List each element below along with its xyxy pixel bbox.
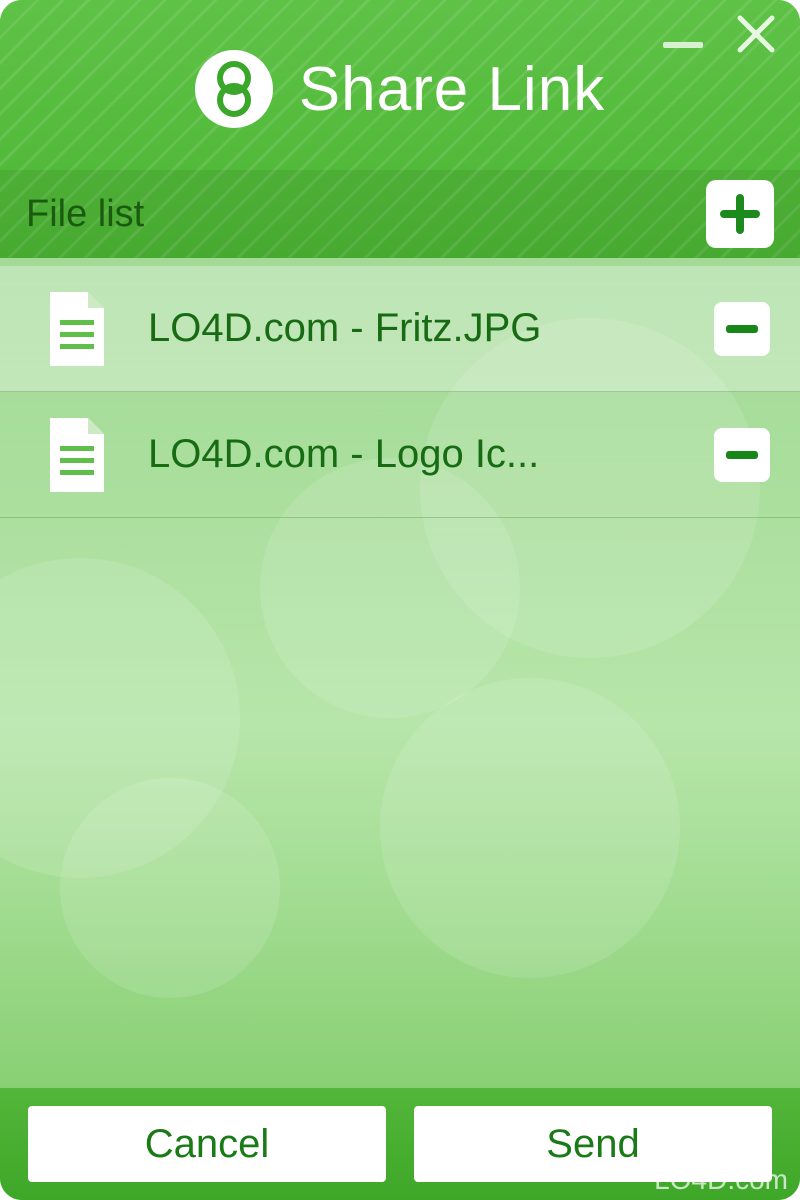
minimize-button[interactable]: [660, 14, 706, 54]
watermark: LO4D.com: [618, 1164, 788, 1196]
remove-file-button[interactable]: [714, 302, 770, 356]
plus-icon: [716, 190, 764, 238]
subheader: File list: [0, 170, 800, 258]
watermark-text: LO4D.com: [654, 1164, 788, 1196]
file-list-label: File list: [26, 193, 144, 236]
app-window: Share Link File list: [0, 0, 800, 1200]
file-icon: [46, 416, 108, 494]
share-link-icon: [211, 60, 257, 118]
add-file-button[interactable]: [706, 180, 774, 248]
file-row[interactable]: LO4D.com - Logo Ic...: [0, 392, 800, 518]
file-list: LO4D.com - Fritz.JPG LO4D.com - Logo Ic.…: [0, 258, 800, 518]
file-icon: [46, 290, 108, 368]
file-name: LO4D.com - Fritz.JPG: [148, 306, 674, 351]
minus-icon: [726, 325, 758, 333]
minimize-icon: [663, 42, 703, 48]
app-title: Share Link: [299, 54, 605, 125]
minus-icon: [726, 451, 758, 459]
remove-file-button[interactable]: [714, 428, 770, 482]
cancel-button[interactable]: Cancel: [28, 1106, 386, 1182]
watermark-icon: [618, 1166, 646, 1194]
header: Share Link File list: [0, 0, 800, 258]
title-row: Share Link: [0, 50, 800, 128]
file-name: LO4D.com - Logo Ic...: [148, 432, 674, 477]
file-list-area: LO4D.com - Fritz.JPG LO4D.com - Logo Ic.…: [0, 258, 800, 1088]
app-logo: [195, 50, 273, 128]
file-row[interactable]: LO4D.com - Fritz.JPG: [0, 266, 800, 392]
